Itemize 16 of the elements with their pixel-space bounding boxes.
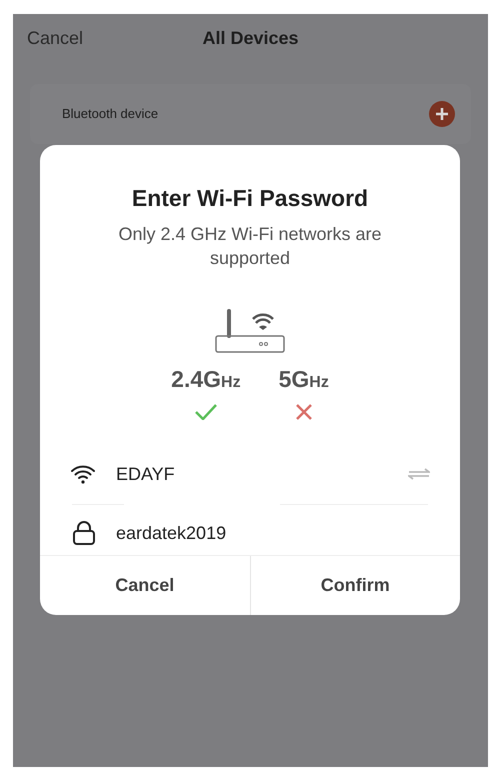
page-title: All Devices xyxy=(202,26,299,50)
network-field[interactable]: EDAYF xyxy=(116,460,408,488)
dialog-title: Enter Wi-Fi Password xyxy=(130,184,370,213)
band-label: 2.4GHz xyxy=(171,364,241,394)
cancel-button[interactable]: Cancel xyxy=(40,556,250,615)
confirm-button[interactable]: Confirm xyxy=(250,556,460,615)
add-icon[interactable] xyxy=(429,101,455,127)
switch-arrows-icon[interactable] xyxy=(408,468,430,480)
device-label: Bluetooth device xyxy=(62,105,158,124)
dialog-subtitle: Only 2.4 GHz Wi-Fi networks are supported xyxy=(117,222,383,270)
lock-icon xyxy=(72,521,96,545)
wifi-icon xyxy=(70,464,96,484)
router-icon xyxy=(215,308,285,354)
band-label: 5GHz xyxy=(278,364,329,394)
cancel-button[interactable]: Cancel xyxy=(27,24,84,52)
password-field[interactable]: eardatek2019 xyxy=(116,520,428,546)
